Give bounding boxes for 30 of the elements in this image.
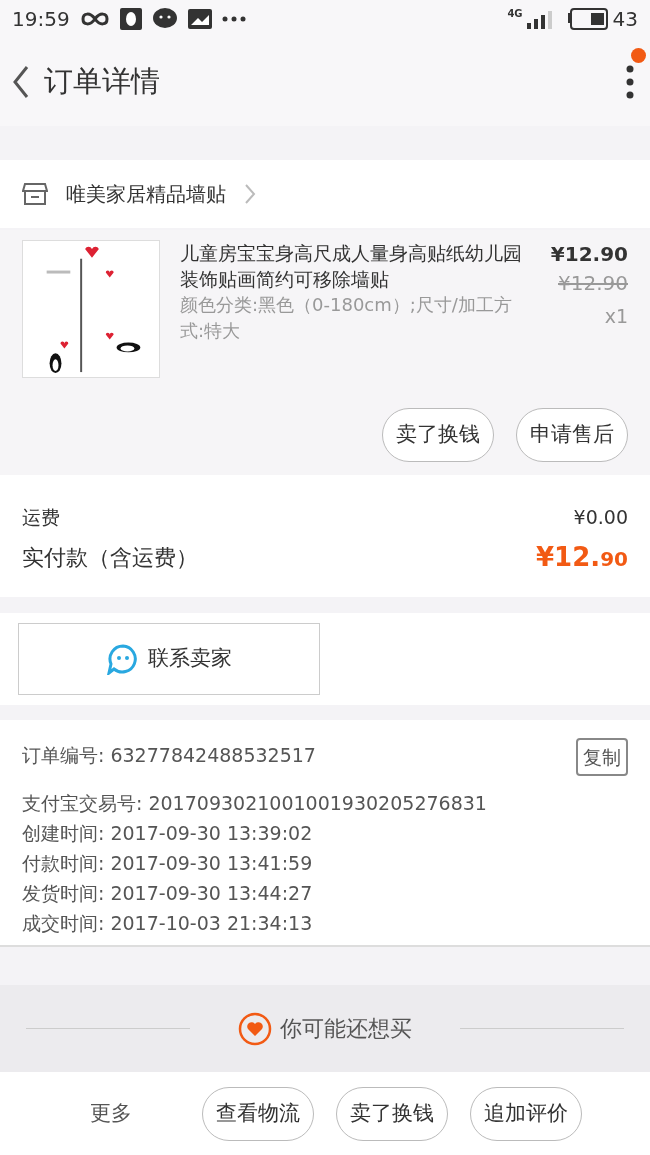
item-price: ¥12.90 (550, 241, 628, 268)
order-info-line: 订单编号: 63277842488532517 (22, 743, 316, 768)
fee-label: 运费 (22, 505, 60, 530)
order-action-button[interactable]: 查看物流 (202, 1086, 314, 1141)
network-type: 4G (507, 7, 523, 21)
order-info-line: 付款时间: 2017-09-30 13:41:59 (22, 851, 313, 876)
page-title: 订单详情 (44, 63, 160, 101)
shop-name: 唯美家居精品墙贴 (66, 181, 226, 208)
contact-seller-button[interactable]: 联系卖家 (18, 623, 320, 695)
item-spec: 颜色分类:黑色（0-180cm）;尺寸/加工方式:特大 (180, 293, 513, 343)
order-action-button[interactable]: 卖了换钱 (336, 1086, 448, 1141)
battery-level: 43 (612, 6, 638, 33)
order-info-line: 创建时间: 2017-09-30 13:39:02 (22, 821, 313, 846)
fee-value: ¥0.00 (573, 505, 628, 530)
fee-label: 实付款（含运费） (22, 543, 198, 572)
item-action-button[interactable]: 卖了换钱 (382, 408, 494, 462)
total-amount: ¥12.90 (536, 540, 628, 574)
recommend-title: 你可能还想买 (280, 1015, 412, 1043)
order-info-line: 成交时间: 2017-10-03 21:34:13 (22, 911, 313, 936)
item-title: 儿童房宝宝身高尺成人量身高贴纸幼儿园装饰贴画简约可移除墙贴 (180, 241, 523, 292)
order-action-button[interactable]: 追加评价 (470, 1086, 582, 1141)
original-price: ¥12.90 (558, 270, 628, 297)
item-action-button[interactable]: 申请售后 (516, 408, 628, 462)
status-time: 19:59 (12, 6, 70, 33)
copy-button[interactable]: 复制 (576, 738, 628, 776)
more-button[interactable]: 更多 (90, 1097, 132, 1130)
shop-row[interactable]: 唯美家居精品墙贴 (0, 160, 650, 228)
order-info-line: 支付宝交易号: 2017093021001001930205276831 (22, 791, 487, 816)
order-info-line: 发货时间: 2017-09-30 13:44:27 (22, 881, 313, 906)
item-quantity: x1 (604, 304, 628, 329)
